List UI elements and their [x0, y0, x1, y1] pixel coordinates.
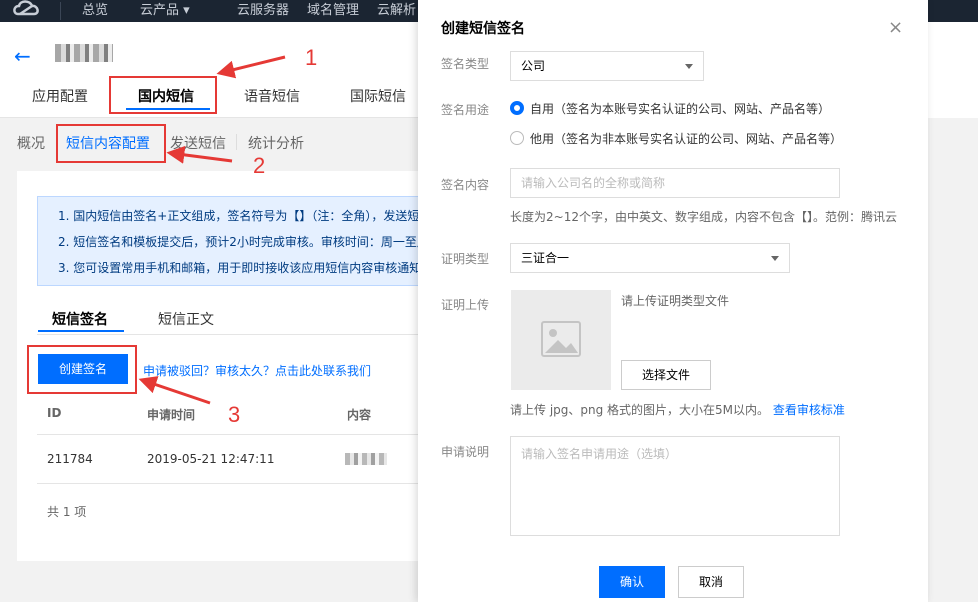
radio-other-use[interactable]	[510, 131, 524, 145]
notice-box: 1. 国内短信由签名+正文组成，签名符号为【】（注：全角），发送短信内容时 2.…	[37, 196, 437, 286]
contact-us-link[interactable]: 申请被驳回？审核太久？点击此处联系我们	[143, 362, 371, 379]
table-header-divider	[37, 434, 437, 435]
nav-cvm[interactable]: 云服务器	[237, 0, 289, 18]
tab-app-config[interactable]: 应用配置	[32, 86, 88, 106]
content-tab-divider	[37, 334, 437, 335]
column-header-time: 申请时间	[147, 408, 196, 422]
sign-type-select[interactable]: 公司	[510, 51, 704, 81]
row-time: 2019-05-21 12:47:11	[147, 452, 275, 466]
content-tab-indicator	[38, 330, 124, 332]
annotation-box-3	[27, 345, 137, 394]
annotation-number-1: 1	[305, 45, 318, 70]
upload-prompt: 请上传证明类型文件	[621, 294, 730, 308]
sign-content-label: 签名内容	[441, 178, 490, 192]
radio-self-use-label[interactable]: 自用（签名为本账号实名认证的公司、网站、产品名等）	[530, 100, 830, 117]
image-placeholder-icon	[541, 321, 581, 357]
tab-voice-sms[interactable]: 语音短信	[244, 86, 300, 106]
confirm-button[interactable]: 确认	[599, 566, 665, 598]
notice-line-3: 3. 您可设置常用手机和邮箱，用于即时接收该应用短信内容审核通知	[58, 261, 422, 275]
subnav-send-sms[interactable]: 发送短信	[170, 133, 226, 153]
cancel-button[interactable]: 取消	[678, 566, 744, 598]
annotation-number-3: 3	[228, 402, 241, 427]
choose-file-button[interactable]: 选择文件	[621, 360, 711, 390]
background-right-strip	[928, 0, 978, 602]
annotation-number-2: 2	[253, 153, 266, 178]
column-header-content: 内容	[347, 408, 372, 422]
annotation-arrow-2	[166, 145, 233, 164]
nav-overview[interactable]: 总览	[82, 0, 108, 18]
radio-self-use[interactable]	[510, 101, 524, 115]
sign-use-label: 签名用途	[441, 103, 490, 117]
cert-upload-label: 证明上传	[441, 298, 490, 312]
sign-content-hint: 长度为2~12个字，由中英文、数字组成，内容不包含【】。范例：腾讯云	[510, 210, 897, 224]
cloud-logo-icon[interactable]	[10, 0, 46, 20]
review-standard-link[interactable]: 查看审核标准	[773, 403, 845, 417]
nav-domain[interactable]: 域名管理	[307, 0, 359, 18]
upload-preview-box[interactable]	[511, 290, 611, 390]
row-content-redacted	[345, 453, 387, 465]
nav-dns[interactable]: 云解析	[377, 0, 416, 18]
annotation-box-1	[109, 76, 217, 114]
sign-type-label: 签名类型	[441, 57, 490, 71]
close-icon[interactable]: ×	[888, 17, 903, 38]
sign-type-value: 公司	[521, 59, 546, 73]
cert-type-label: 证明类型	[441, 252, 490, 266]
sign-content-input[interactable]: 请输入公司名的全称或简称	[510, 168, 840, 198]
subnav-statistics[interactable]: 统计分析	[248, 133, 304, 153]
subnav-overview[interactable]: 概况	[17, 133, 45, 153]
annotation-box-2	[56, 124, 166, 163]
column-header-id: ID	[47, 406, 62, 420]
topbar-divider	[60, 2, 61, 20]
apply-note-label: 申请说明	[441, 445, 490, 459]
nav-products[interactable]: 云产品 ▾	[140, 0, 190, 18]
table-row-divider	[37, 483, 437, 484]
apply-note-textarea[interactable]: 请输入签名申请用途（选填）	[510, 436, 840, 536]
cert-type-select[interactable]: 三证合一	[510, 243, 790, 273]
subnav-divider	[236, 134, 237, 150]
upload-hint-text: 请上传 jpg、png 格式的图片，大小在5M以内。	[510, 403, 770, 417]
total-count: 共 1 项	[47, 505, 87, 519]
notice-line-2: 2. 短信签名和模板提交后，预计2小时完成审核。审核时间：周一至周日9:00-2…	[58, 235, 428, 249]
row-id: 211784	[47, 452, 93, 466]
chevron-down-icon	[771, 256, 779, 261]
back-arrow-icon[interactable]: ←	[14, 44, 31, 68]
upload-hint: 请上传 jpg、png 格式的图片，大小在5M以内。 查看审核标准	[510, 401, 845, 418]
tab-sms-signature[interactable]: 短信签名	[52, 309, 108, 329]
tab-sms-body[interactable]: 短信正文	[158, 309, 214, 329]
chevron-down-icon	[685, 64, 693, 69]
radio-other-use-label[interactable]: 他用（签名为非本账号实名认证的公司、网站、产品名等）	[530, 130, 842, 147]
cert-type-value: 三证合一	[521, 251, 570, 265]
dialog-title: 创建短信签名	[441, 21, 525, 37]
notice-line-1: 1. 国内短信由签名+正文组成，签名符号为【】（注：全角），发送短信内容时	[58, 209, 428, 223]
tab-intl-sms[interactable]: 国际短信	[350, 86, 406, 106]
app-name-redacted	[55, 44, 113, 62]
